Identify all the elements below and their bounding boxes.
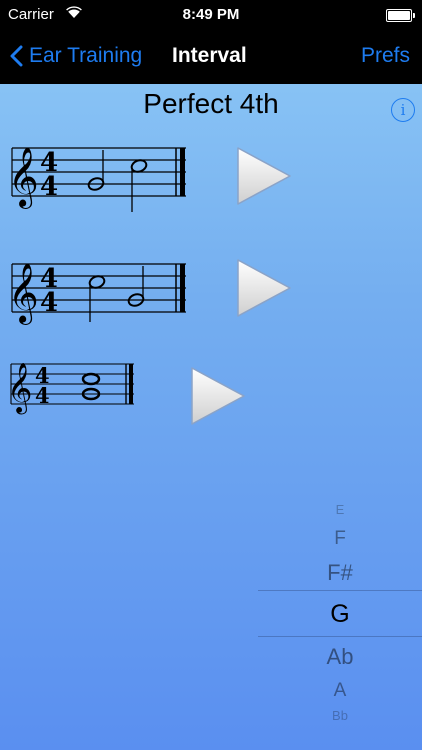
picker-option[interactable]: Ab [258, 644, 422, 670]
whole-note-c [81, 372, 101, 386]
interval-name: Perfect 4th [143, 88, 279, 119]
play-button-ascending[interactable] [232, 144, 294, 208]
status-time: 8:49 PM [182, 6, 240, 23]
page-title: Interval [172, 44, 247, 67]
picker-option[interactable]: Bb [258, 708, 422, 723]
picker-option[interactable]: F [258, 528, 422, 550]
play-button-harmonic[interactable] [186, 364, 248, 428]
staff-ascending: 𝄞 4 4 [8, 147, 186, 212]
back-button[interactable]: Ear Training [10, 44, 142, 68]
time-sig-bottom: 4 [40, 172, 58, 202]
chevron-left-icon [10, 45, 23, 67]
status-bar: Carrier 8:49 PM [0, 0, 422, 30]
picker-option[interactable]: A [258, 680, 422, 702]
picker-option[interactable]: E [258, 502, 422, 517]
treble-clef: 𝄞 [8, 363, 32, 415]
info-button[interactable]: i [391, 98, 415, 122]
time-sig-bottom: 4 [40, 288, 58, 318]
time-sig-bottom: 4 [35, 383, 50, 408]
treble-clef: 𝄞 [8, 263, 39, 325]
staff-descending: 𝄞 4 4 [8, 263, 186, 325]
prefs-button[interactable]: Prefs [361, 44, 410, 68]
battery-icon [386, 9, 415, 22]
staff-harmonic: 𝄞 4 4 [8, 363, 134, 415]
navigation-bar: Ear Training Interval Prefs [0, 30, 422, 84]
picker-selected-option[interactable]: G [258, 600, 422, 629]
treble-clef: 𝄞 [8, 147, 39, 209]
key-picker[interactable]: E F F# G Ab A Bb [258, 490, 422, 730]
play-button-descending[interactable] [232, 256, 294, 320]
back-button-label: Ear Training [29, 44, 143, 67]
picker-option[interactable]: F# [258, 560, 422, 586]
